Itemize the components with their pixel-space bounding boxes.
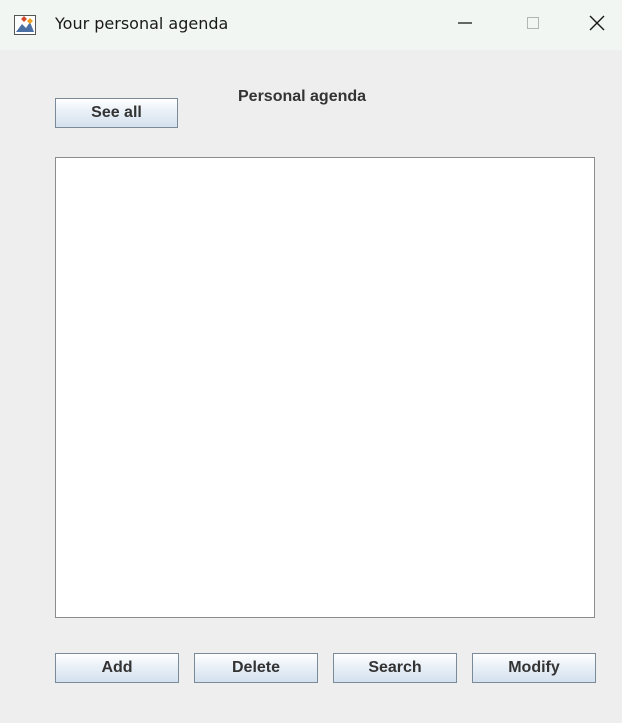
minimize-icon	[457, 15, 473, 36]
modify-button[interactable]: Modify	[472, 653, 596, 683]
minimize-button[interactable]	[440, 6, 490, 44]
java-app-icon	[14, 15, 36, 35]
delete-button[interactable]: Delete	[194, 653, 318, 683]
maximize-icon	[526, 16, 540, 35]
title-bar[interactable]: Your personal agenda	[0, 0, 622, 50]
app-window: Your personal agenda Personal agenda See…	[0, 0, 622, 723]
maximize-button[interactable]	[508, 6, 558, 44]
search-button[interactable]: Search	[333, 653, 457, 683]
add-button[interactable]: Add	[55, 653, 179, 683]
close-button[interactable]	[572, 6, 622, 44]
window-title: Your personal agenda	[55, 14, 229, 33]
page-title: Personal agenda	[238, 88, 367, 105]
close-icon	[588, 14, 606, 37]
agenda-list[interactable]	[55, 157, 595, 618]
see-all-button[interactable]: See all	[55, 98, 178, 128]
